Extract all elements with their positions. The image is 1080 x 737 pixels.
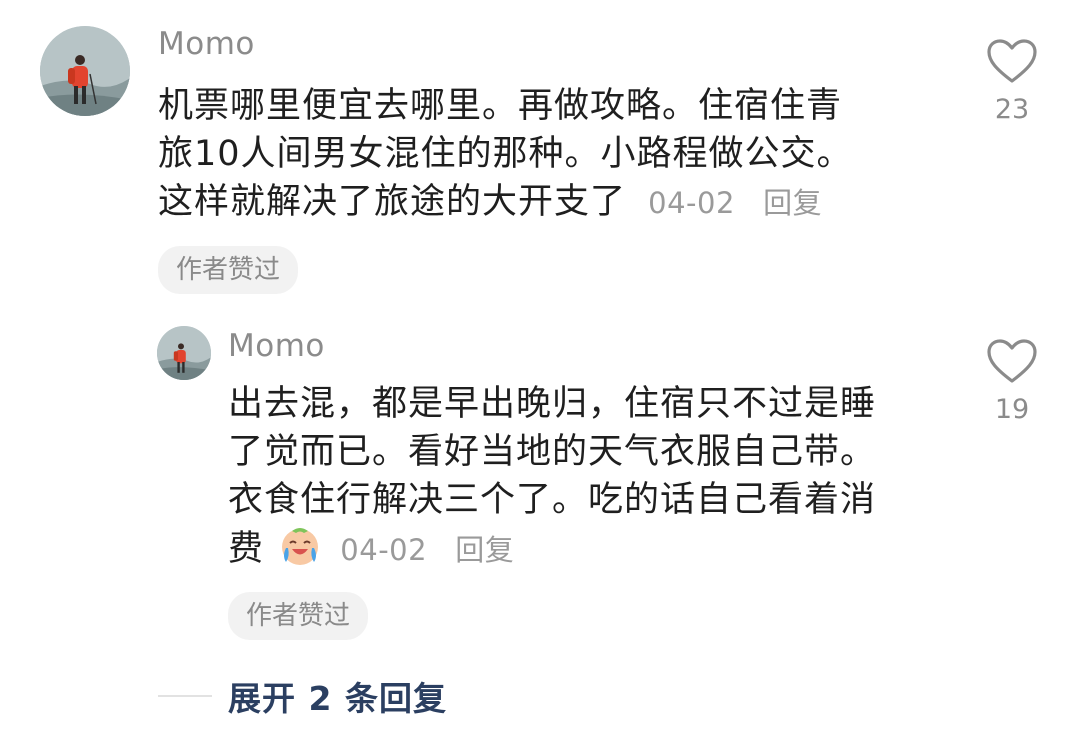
expand-replies-button[interactable]: 展开 2 条回复	[158, 670, 447, 722]
crying-laughing-emoji	[282, 528, 319, 565]
reply-text-line: 出去混，都是早出晚归，住宿只不过是睡	[228, 384, 877, 424]
expand-divider	[158, 695, 212, 697]
reply-text-line: 费 04-02 回复	[228, 524, 948, 574]
like-count: 23	[994, 94, 1030, 125]
reply-item: Momo 出去混，都是早出晚归，住宿只不过是睡 了觉而已。看好当地的天气衣服自己…	[0, 310, 1080, 660]
heart-outline-icon	[987, 339, 1037, 383]
hiker-avatar-image	[40, 26, 130, 116]
comment-date: 04-02	[648, 186, 735, 220]
reply-text: 出去混，都是早出晚归，住宿只不过是睡 了觉而已。看好当地的天气衣服自己带。 衣食…	[228, 380, 948, 574]
reply-button[interactable]: 回复	[763, 186, 822, 220]
comment-text-line: 这样就解决了旅途的大开支了 04-02 回复	[158, 178, 958, 227]
username[interactable]: Momo	[228, 328, 325, 364]
hiker-avatar-image	[157, 326, 211, 380]
comment-text-line: 这样就解决了旅途的大开支了	[158, 182, 627, 222]
comment-text: 机票哪里便宜去哪里。再做攻略。住宿住青 旅10人间男女混住的那种。小路程做公交。…	[158, 82, 958, 227]
like-button[interactable]: 19	[982, 338, 1042, 425]
heart-outline-icon	[987, 39, 1037, 83]
author-liked-badge: 作者赞过	[158, 246, 299, 294]
reply-text-line: 费	[228, 529, 265, 569]
expand-replies-label[interactable]: 展开 2 条回复	[228, 672, 447, 720]
comment-item: Momo 机票哪里便宜去哪里。再做攻略。住宿住青 旅10人间男女混住的那种。小路…	[0, 0, 1080, 310]
like-count: 19	[994, 394, 1030, 425]
avatar[interactable]	[40, 26, 130, 116]
reply-button[interactable]: 回复	[455, 533, 514, 567]
reply-date: 04-02	[340, 533, 428, 567]
comment-text-line: 旅10人间男女混住的那种。小路程做公交。	[158, 134, 853, 174]
reply-text-line: 衣食住行解决三个了。吃的话自己看着消	[228, 480, 877, 520]
reply-text-line: 了觉而已。看好当地的天气衣服自己带。	[228, 432, 877, 472]
comment-text-line: 机票哪里便宜去哪里。再做攻略。住宿住青	[158, 86, 843, 126]
username[interactable]: Momo	[158, 26, 255, 62]
author-liked-badge: 作者赞过	[228, 592, 369, 640]
like-button[interactable]: 23	[982, 38, 1042, 125]
avatar[interactable]	[157, 326, 211, 380]
